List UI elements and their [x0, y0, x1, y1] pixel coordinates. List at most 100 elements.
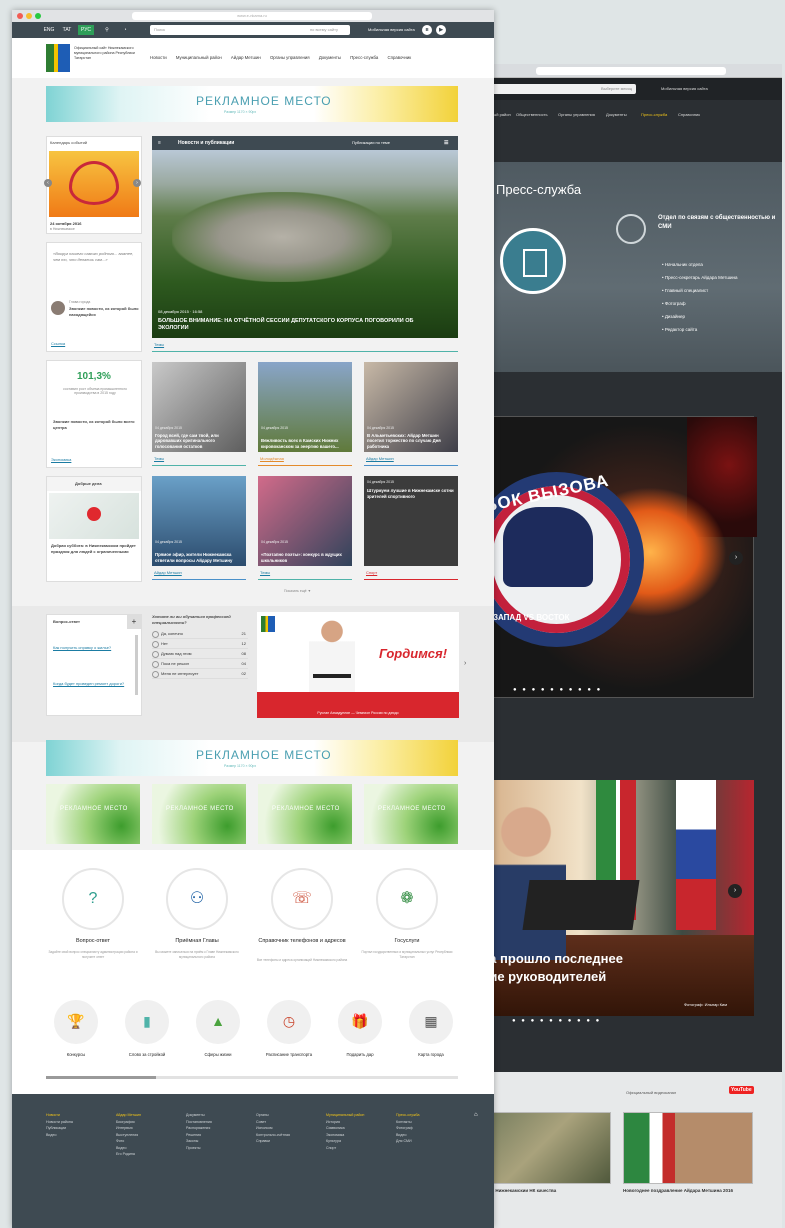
- spheres-link[interactable]: ▲: [196, 1000, 240, 1044]
- contests-link[interactable]: 🏆: [54, 1000, 98, 1044]
- poll-option[interactable]: Пока не решил 04: [152, 659, 248, 669]
- gosuslugi-service[interactable]: ❁: [376, 868, 438, 930]
- person-icon[interactable]: ⚲: [102, 25, 112, 35]
- slider-dots[interactable]: ● ● ● ● ● ● ● ● ● ●: [512, 1018, 601, 1024]
- home-icon[interactable]: ⌂: [474, 1112, 478, 1118]
- nav-item[interactable]: Муниципальный район: [176, 55, 222, 60]
- tile-tag[interactable]: Спорт: [366, 570, 377, 575]
- show-more-button[interactable]: Показать ещё ▼: [284, 589, 311, 593]
- tile-headline[interactable]: Город всей, где сам твой, или даровавших…: [155, 433, 243, 450]
- ad-banner-top[interactable]: РЕКЛАМНОЕ МЕСТО Размер 1170 × 90px: [46, 86, 458, 122]
- gift-link[interactable]: 🎁: [338, 1000, 382, 1044]
- ad-tile[interactable]: РЕКЛАМНОЕ МЕСТО: [364, 784, 458, 844]
- news-tile[interactable]: 04 декабря 2015 «Поэтапно поэты»: конкур…: [258, 476, 352, 566]
- service-title[interactable]: Госуслуги: [357, 938, 457, 945]
- nav-item[interactable]: Справочник: [388, 55, 412, 60]
- lang-rus[interactable]: РУС: [78, 25, 94, 35]
- stat-link[interactable]: Экономика: [51, 457, 71, 462]
- transport-link[interactable]: ◷: [267, 1000, 311, 1044]
- mini-title[interactable]: Слово за стройкой: [112, 1052, 182, 1057]
- main-news-headline[interactable]: БОЛЬШОЕ ВНИМАНИЕ: НА ОТЧЁТНОЙ СЕССИИ ДЕП…: [158, 318, 418, 332]
- minimize-window-button[interactable]: [26, 13, 32, 19]
- tile-tag[interactable]: Айдар Метшин: [366, 456, 394, 461]
- back-menu-item[interactable]: Общественность: [516, 112, 548, 117]
- qa-item[interactable]: Когда будет проведен ремонт дороги?: [53, 681, 133, 686]
- news-tile[interactable]: 04 декабря 2015 Штурмуем лучшие в Нижнек…: [364, 476, 458, 566]
- mini-title[interactable]: Расписание транспорта: [254, 1052, 324, 1057]
- main-news-tag[interactable]: Темы: [154, 342, 164, 347]
- vk-icon[interactable]: в: [422, 25, 432, 35]
- mini-title[interactable]: Карта города: [396, 1052, 466, 1057]
- dept-link[interactable]: Редактор сайта: [662, 323, 737, 336]
- stat-news[interactable]: Звонкие новости, из которой было всего ц…: [53, 419, 137, 430]
- tile-tag[interactable]: Темы: [260, 570, 270, 575]
- tile-headline[interactable]: «Поэтапно поэты»: конкурс в ждущих школь…: [261, 552, 349, 563]
- video-thumb[interactable]: [623, 1112, 753, 1184]
- service-title[interactable]: Справочник телефонов и адресов: [252, 938, 352, 945]
- reception-service[interactable]: ⚇: [166, 868, 228, 930]
- ad-tile[interactable]: РЕКЛАМНОЕ МЕСТО: [46, 784, 140, 844]
- news-tile[interactable]: 04 декабря 2015 Город всей, где сам твой…: [152, 362, 246, 452]
- main-news-image[interactable]: 08 декабря 2015 · 16:58 БОЛЬШОЕ ВНИМАНИЕ…: [152, 150, 458, 338]
- close-window-button[interactable]: [17, 13, 23, 19]
- dept-link[interactable]: Дизайнер: [662, 310, 737, 323]
- lang-eng[interactable]: ENG: [42, 25, 56, 35]
- dept-link[interactable]: Пресс-секретарь Айдара Метшина: [662, 271, 738, 284]
- nav-item[interactable]: Новости: [150, 55, 167, 60]
- nav-item[interactable]: Документы: [319, 55, 341, 60]
- mini-title[interactable]: Конкурсы: [41, 1052, 111, 1057]
- mobile-version-link[interactable]: Мобильная версия сайта: [368, 25, 415, 35]
- news-subtitle[interactable]: Публикации по теме: [352, 140, 390, 145]
- search-input[interactable]: Поиск по всему сайту: [150, 25, 350, 35]
- back-menu-item[interactable]: Органы управления: [558, 112, 595, 117]
- service-title[interactable]: Приёмная Главы: [147, 938, 247, 945]
- back-search-input[interactable]: Выберите месяц: [486, 84, 636, 94]
- tile-tag[interactable]: Молодёжная: [260, 456, 284, 461]
- poll-option[interactable]: Думаю над этим 08: [152, 649, 248, 659]
- chevron-right-icon[interactable]: ›: [728, 884, 742, 898]
- author-news[interactable]: Звонкие новости, из которой было находящ…: [69, 306, 139, 317]
- poll-option[interactable]: Нет 12: [152, 639, 248, 649]
- chevron-left-icon[interactable]: ‹: [44, 179, 52, 187]
- nav-item[interactable]: Айдар Метшин: [231, 55, 261, 60]
- tile-tag[interactable]: Темы: [154, 456, 164, 461]
- back-menu-item-active[interactable]: Пресс-служба: [641, 112, 667, 117]
- accessibility-icon[interactable]: ◔: [120, 25, 130, 35]
- back-mobile-link[interactable]: Мобильная версия сайта: [661, 86, 708, 91]
- qa-service[interactable]: ?: [62, 868, 124, 930]
- good-deeds-image[interactable]: [49, 493, 139, 539]
- back-menu-item[interactable]: Документы: [606, 112, 627, 117]
- lang-tat[interactable]: TAT: [60, 25, 74, 35]
- dept-link[interactable]: Фотограф: [662, 297, 737, 310]
- horizontal-scrollbar[interactable]: [46, 1076, 458, 1079]
- map-link[interactable]: ▦: [409, 1000, 453, 1044]
- phonebook-service[interactable]: ☏: [271, 868, 333, 930]
- news-tile[interactable]: 04 декабря 2015 Прямое эфир, жители Нижн…: [152, 476, 246, 566]
- tile-tag[interactable]: Айдар Метшин: [154, 570, 182, 575]
- news-tile[interactable]: 04 декабря 2015 В Альметьевских: Айдар М…: [364, 362, 458, 452]
- back-menu-item[interactable]: Справочник: [678, 112, 700, 117]
- ad-tile[interactable]: РЕКЛАМНОЕ МЕСТО: [152, 784, 246, 844]
- menu-icon[interactable]: ≡: [158, 140, 161, 146]
- tile-headline[interactable]: Вежливость всех в Камских Нижних кировок…: [261, 438, 349, 449]
- construction-link[interactable]: ▮: [125, 1000, 169, 1044]
- slider-dots[interactable]: ● ● ● ● ● ● ● ● ● ●: [513, 687, 602, 693]
- youtube-icon[interactable]: ▶: [436, 25, 446, 35]
- nav-item[interactable]: Органы управления: [270, 55, 310, 60]
- back-url-bar[interactable]: [536, 67, 726, 75]
- tile-headline[interactable]: Прямое эфир, жители Нижнекамска ответили…: [155, 552, 243, 563]
- nav-item[interactable]: Пресс-служба: [350, 55, 378, 60]
- mini-title[interactable]: Подарить дар: [325, 1052, 395, 1057]
- youtube-logo[interactable]: YouTube: [729, 1086, 754, 1094]
- video-title[interactable]: Новогоднее поздравление Айдара Метшина 2…: [623, 1188, 753, 1194]
- site-logo[interactable]: [46, 44, 70, 72]
- dept-link[interactable]: Главный специалист: [662, 284, 737, 297]
- chevron-right-icon[interactable]: ›: [464, 660, 466, 667]
- mini-title[interactable]: Сферы жизни: [183, 1052, 253, 1057]
- proud-banner[interactable]: Гордимся! Руслан Ахмадуллин — Чемпион Ро…: [257, 612, 459, 718]
- qa-item[interactable]: Как получить справку о жилье?: [53, 645, 133, 650]
- service-title[interactable]: Вопрос-ответ: [43, 938, 143, 945]
- good-deeds-news[interactable]: Добрая суббота: в Нижнекамском пройдет п…: [51, 543, 139, 554]
- ad-banner-middle[interactable]: РЕКЛАМНОЕ МЕСТО Размер 1170 × 90px: [46, 740, 458, 776]
- url-bar[interactable]: www.e-nkama.ru: [132, 12, 372, 20]
